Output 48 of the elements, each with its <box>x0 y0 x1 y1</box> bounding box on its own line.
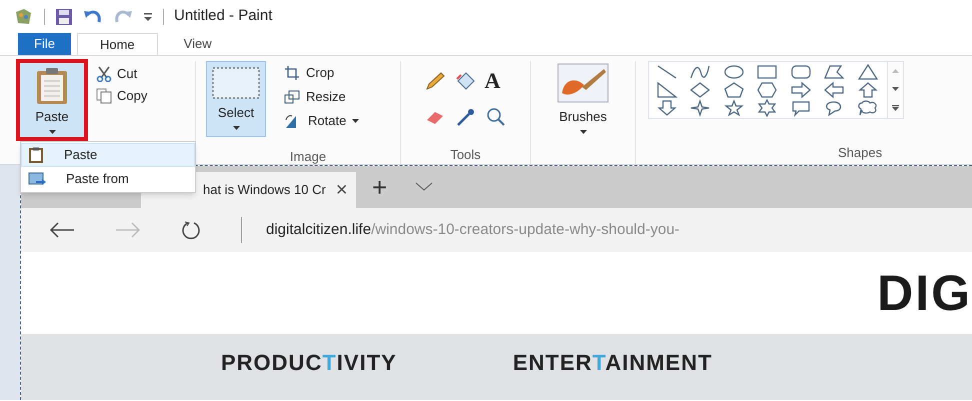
paint-app-icon <box>14 8 34 26</box>
ribbon-tab[interactable]: View <box>164 33 232 55</box>
paste-button[interactable]: Paste <box>20 63 84 137</box>
group-label: Image <box>288 148 328 166</box>
save-icon[interactable] <box>55 8 73 26</box>
fill-bucket-icon[interactable] <box>454 71 476 91</box>
color-picker-icon[interactable] <box>454 106 476 127</box>
picture-import-icon <box>28 171 46 187</box>
chevron-down-icon[interactable] <box>415 182 434 192</box>
close-tab-icon[interactable]: × <box>336 178 348 202</box>
undo-icon[interactable] <box>83 8 103 24</box>
resize-button[interactable]: Resize <box>284 87 360 107</box>
resize-icon <box>284 89 300 105</box>
expand-gallery-icon[interactable] <box>892 105 899 111</box>
new-tab-button[interactable]: + <box>372 172 388 202</box>
group-label: Shapes <box>838 144 884 162</box>
caret-icon <box>352 119 360 123</box>
group-label: Tools <box>450 146 481 164</box>
brushes-button[interactable]: Brushes <box>556 61 610 141</box>
text-tool[interactable]: A <box>484 71 506 99</box>
crop-icon <box>284 65 300 81</box>
refresh-icon[interactable] <box>181 220 201 240</box>
crop-button[interactable]: Crop <box>284 63 360 83</box>
ribbon-tab[interactable]: Home <box>76 33 158 55</box>
file-menu-tab[interactable]: File <box>18 33 71 55</box>
window-title: Untitled - Paint <box>174 6 272 26</box>
brush-icon <box>556 63 610 103</box>
clipboard-icon <box>28 147 44 163</box>
nav-link[interactable]: PRODUCTIVITY <box>221 346 397 379</box>
caret-icon <box>580 130 586 134</box>
pencil-icon[interactable] <box>424 71 446 91</box>
site-logo: DIG <box>877 264 972 322</box>
caret-icon <box>232 126 240 130</box>
cut-button[interactable]: Cut <box>96 64 148 84</box>
back-arrow-icon[interactable] <box>49 222 75 238</box>
copy-button[interactable]: Copy <box>96 86 148 106</box>
selection-rectangle-icon <box>211 66 261 100</box>
customize-toolbar-icon[interactable] <box>143 12 153 22</box>
magnifier-icon[interactable] <box>484 106 506 127</box>
select-button[interactable]: Select <box>206 61 266 137</box>
nav-link[interactable]: ENTERTAINMENT <box>512 346 712 379</box>
scroll-down-icon[interactable] <box>892 87 899 91</box>
copy-icon <box>96 88 112 104</box>
scissors-icon <box>96 66 112 82</box>
menu-item[interactable]: Paste <box>21 143 195 167</box>
clipboard-icon <box>35 67 69 105</box>
rotate-button[interactable]: Rotate <box>284 111 360 131</box>
caret-icon <box>48 130 56 134</box>
